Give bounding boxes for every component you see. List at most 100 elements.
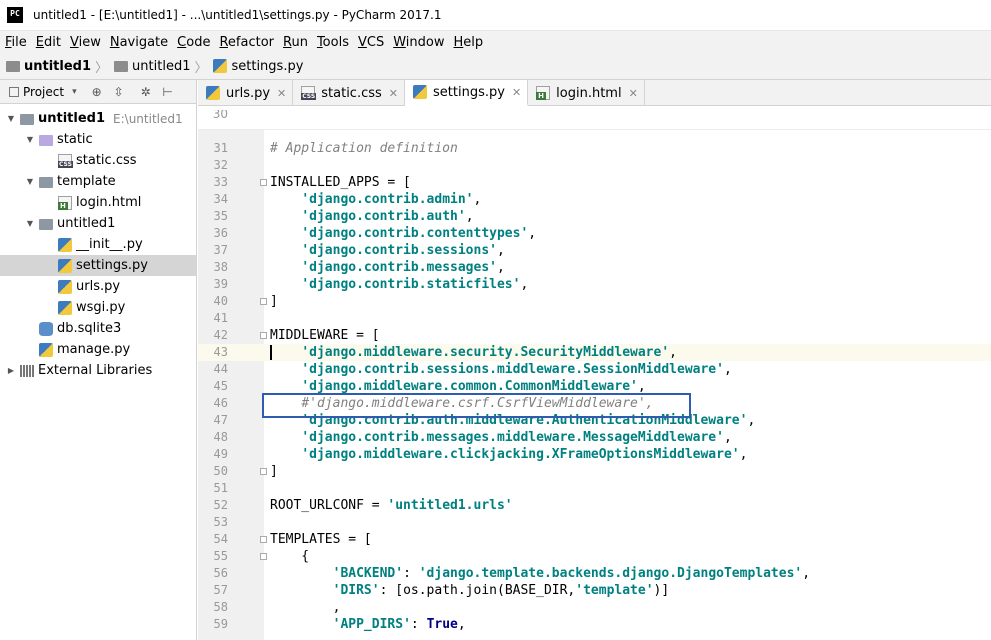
expand-arrow-icon[interactable]: ▼ xyxy=(25,219,35,228)
tree-item-label: wsgi.py xyxy=(76,300,126,315)
database-icon xyxy=(39,321,53,336)
menu-window[interactable]: Window xyxy=(390,35,447,50)
code-line[interactable]: 40] xyxy=(198,293,991,310)
code-line[interactable]: 42 MIDDLEWARE = [ xyxy=(198,327,991,344)
tab-login-html[interactable]: login.html ✕ xyxy=(528,80,645,106)
code-line[interactable]: 33 INSTALLED_APPS = [ xyxy=(198,174,991,191)
tab-static-css[interactable]: static.css ✕ xyxy=(293,80,406,106)
python-file-icon xyxy=(413,85,428,99)
code-line[interactable]: 59 'APP_DIRS': True, xyxy=(198,616,991,633)
code-line[interactable]: 39 'django.contrib.staticfiles', xyxy=(198,276,991,293)
line-number: 44 xyxy=(213,362,228,376)
code-line[interactable]: 32 xyxy=(198,157,991,174)
tree-item[interactable]: urls.py xyxy=(0,276,196,297)
code-line[interactable]: 51 xyxy=(198,480,991,497)
tree-item[interactable]: __init__.py xyxy=(0,234,196,255)
scroll-from-source-icon[interactable]: ⊕ xyxy=(91,86,103,98)
close-icon[interactable]: ✕ xyxy=(512,86,521,99)
project-view-dropdown[interactable]: Project xyxy=(23,85,64,99)
line-number: 30 xyxy=(212,110,228,118)
code-line[interactable]: 56 'BACKEND': 'django.template.backends.… xyxy=(198,565,991,582)
library-icon xyxy=(20,364,34,377)
code-line[interactable]: 49 'django.middleware.clickjacking.XFram… xyxy=(198,446,991,463)
menu-navigate[interactable]: Navigate xyxy=(107,35,171,50)
code-line[interactable]: 41 xyxy=(198,310,991,327)
project-view-icon xyxy=(9,86,19,97)
code-line[interactable]: 50] xyxy=(198,463,991,480)
tree-item-label: settings.py xyxy=(76,258,148,273)
editor-top-margin: 30 xyxy=(198,106,991,130)
tree-item[interactable]: ▼ untitled1 xyxy=(0,213,196,234)
code-line[interactable]: 48 'django.contrib.messages.middleware.M… xyxy=(198,429,991,446)
fold-marker-icon[interactable] xyxy=(260,332,267,339)
tree-item[interactable]: ▼ static xyxy=(0,129,196,150)
menu-help[interactable]: Help xyxy=(451,35,487,50)
fold-marker-icon[interactable] xyxy=(260,553,267,560)
code-line[interactable]: 31 # Application definition xyxy=(198,140,991,157)
code-line[interactable]: 34 'django.contrib.admin', xyxy=(198,191,991,208)
close-icon[interactable]: ✕ xyxy=(389,87,398,100)
tree-item[interactable]: static.css xyxy=(0,150,196,171)
menu-edit[interactable]: Edit xyxy=(33,35,64,50)
menu-tools[interactable]: Tools xyxy=(314,35,352,50)
tree-item-label: login.html xyxy=(76,195,142,210)
code-line[interactable]: 36 'django.contrib.contenttypes', xyxy=(198,225,991,242)
code-line[interactable]: 35 'django.contrib.auth', xyxy=(198,208,991,225)
code-line[interactable]: 37 'django.contrib.sessions', xyxy=(198,242,991,259)
tree-item[interactable]: wsgi.py xyxy=(0,297,196,318)
line-number: 38 xyxy=(213,260,228,274)
menu-vcs[interactable]: VCS xyxy=(355,35,387,50)
fold-marker-icon[interactable] xyxy=(260,179,267,186)
close-icon[interactable]: ✕ xyxy=(277,87,286,100)
code-editor[interactable]: 30 31 # Application definition 32 33 INSTALL… xyxy=(198,106,991,640)
code-line[interactable]: 43 'django.middleware.security.SecurityM… xyxy=(198,344,991,361)
line-number: 36 xyxy=(213,226,228,240)
breadcrumb-item-package[interactable]: untitled1 xyxy=(114,59,190,74)
css-file-icon xyxy=(58,153,73,168)
fold-marker-icon[interactable] xyxy=(260,536,267,543)
code-line[interactable]: 58 , xyxy=(198,599,991,616)
collapse-all-icon[interactable]: ⇳ xyxy=(113,86,125,98)
tree-item[interactable]: ▶ External Libraries xyxy=(0,360,196,381)
close-icon[interactable]: ✕ xyxy=(629,87,638,100)
code-line[interactable]: 57 'DIRS': [os.path.join(BASE_DIR,'templ… xyxy=(198,582,991,599)
breadcrumb-item-project[interactable]: untitled1 xyxy=(6,59,91,74)
code-line[interactable]: 52 ROOT_URLCONF = 'untitled1.urls' xyxy=(198,497,991,514)
line-number: 50 xyxy=(213,464,228,478)
code-line[interactable]: 44 'django.contrib.sessions.middleware.S… xyxy=(198,361,991,378)
code-text: 'django.contrib.sessions.middleware.Sess… xyxy=(301,362,732,377)
code-line[interactable]: 38 'django.contrib.messages', xyxy=(198,259,991,276)
line-number: 47 xyxy=(213,413,228,427)
tab-urls-py[interactable]: urls.py ✕ xyxy=(198,80,294,106)
tree-item[interactable]: ▼ template xyxy=(0,171,196,192)
code-text: 'django.contrib.messages', xyxy=(301,260,505,275)
expand-arrow-icon[interactable]: ▼ xyxy=(25,177,35,186)
expand-arrow-icon[interactable]: ▼ xyxy=(6,114,16,123)
menu-refactor[interactable]: Refactor xyxy=(216,35,277,50)
code-line[interactable]: 53 xyxy=(198,514,991,531)
code-line[interactable]: 55 { xyxy=(198,548,991,565)
code-text: 'django.middleware.clickjacking.XFrameOp… xyxy=(301,447,748,462)
breadcrumb-item-file[interactable]: settings.py xyxy=(213,59,303,74)
expand-arrow-icon[interactable]: ▼ xyxy=(25,135,35,144)
hide-panel-icon[interactable]: ⊢ xyxy=(162,86,174,98)
tree-item[interactable]: ▼ untitled1 E:\untitled1 xyxy=(0,108,196,129)
fold-marker-icon[interactable] xyxy=(260,468,267,475)
menu-run[interactable]: Run xyxy=(280,35,311,50)
fold-marker-icon[interactable] xyxy=(260,298,267,305)
collapse-arrow-icon[interactable]: ▶ xyxy=(6,366,16,375)
code-line[interactable]: 54 TEMPLATES = [ xyxy=(198,531,991,548)
gear-icon[interactable]: ✲ xyxy=(140,86,152,98)
line-number: 45 xyxy=(213,379,228,393)
tree-item[interactable]: manage.py xyxy=(0,339,196,360)
caret-down-icon[interactable]: ▾ xyxy=(72,87,77,97)
menu-file[interactable]: File xyxy=(2,35,30,50)
python-file-icon xyxy=(213,59,228,73)
code-text: 'django.contrib.staticfiles', xyxy=(301,277,529,292)
tree-item[interactable]: login.html xyxy=(0,192,196,213)
menu-view[interactable]: View xyxy=(67,35,104,50)
tab-settings-py[interactable]: settings.py ✕ xyxy=(405,80,529,106)
tree-item[interactable]: settings.py xyxy=(0,255,196,276)
menu-code[interactable]: Code xyxy=(174,35,213,50)
tree-item[interactable]: db.sqlite3 xyxy=(0,318,196,339)
